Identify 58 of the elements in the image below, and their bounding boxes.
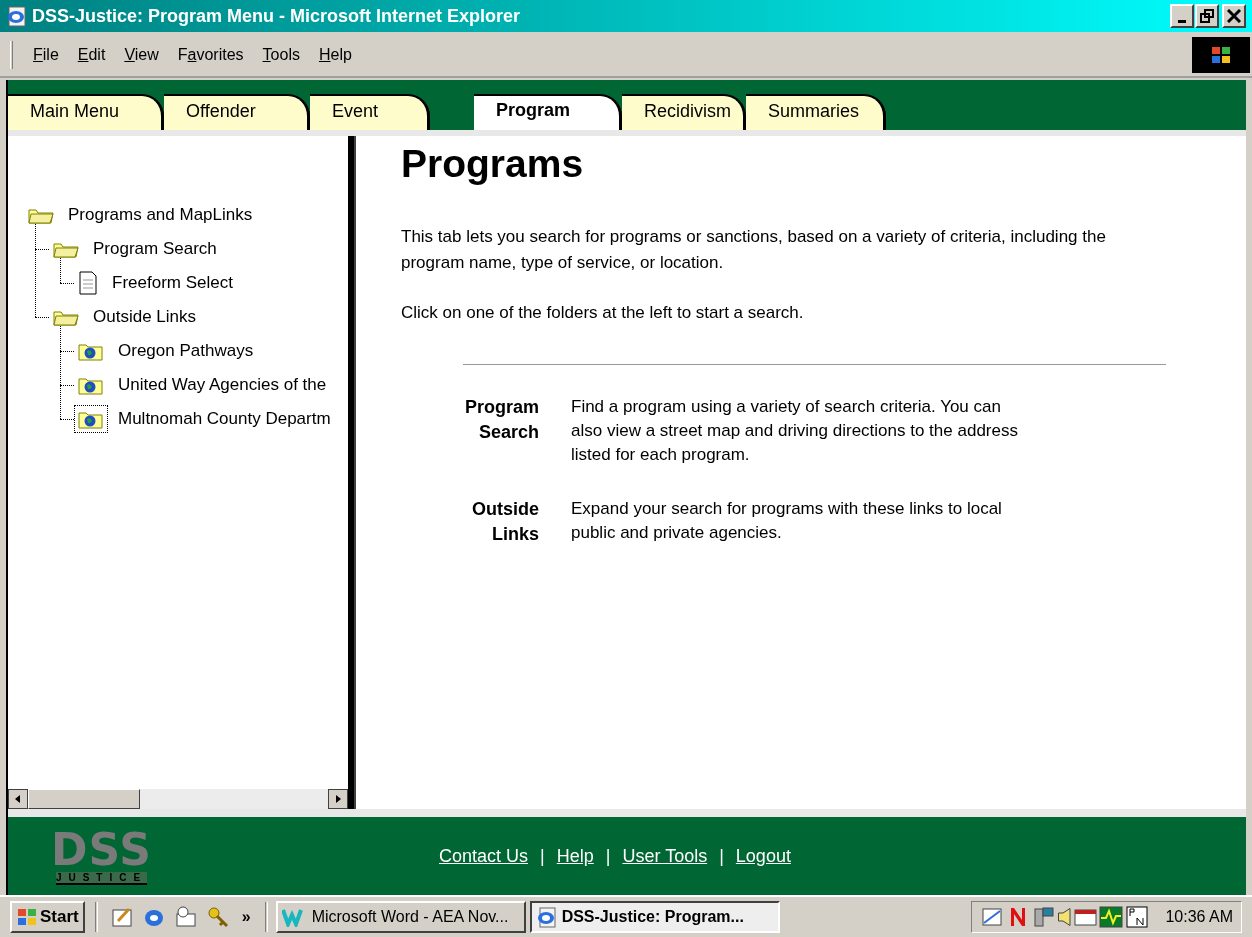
restore-button[interactable] xyxy=(1195,4,1219,28)
section-title: Program Search xyxy=(463,396,540,444)
horizontal-scrollbar[interactable] xyxy=(8,789,348,809)
tree-item[interactable]: Outside Links xyxy=(93,304,196,330)
section-text: Expand your search for programs with these links to local public and private agencies. xyxy=(571,498,1003,544)
tab[interactable]: Offender xyxy=(164,94,310,130)
tab[interactable]: Event xyxy=(310,94,430,130)
page-heading: Programs xyxy=(401,141,585,187)
link-separator: | xyxy=(540,844,545,868)
link-separator: | xyxy=(605,844,611,868)
logo-text: DSS xyxy=(51,827,152,872)
notepad-icon xyxy=(109,905,134,929)
intro-text: This tab lets you search for programs or sanctions, based on a variety of criteria, including the program name, type of service, or location. xyxy=(401,226,1107,274)
window-title: DSS-Justice: Program Menu - Microsoft Internet Explorer xyxy=(32,4,521,28)
menu-item[interactable]: File xyxy=(33,43,59,67)
menu-item[interactable]: Tools xyxy=(262,43,300,67)
clock: 10:36 AM xyxy=(1165,907,1233,927)
network-icon xyxy=(1032,905,1057,929)
footer-link[interactable]: Contact Us xyxy=(439,842,529,870)
start-button[interactable]: Start xyxy=(10,901,85,933)
section-text: Find a program using a variety of search criteria. You can also view a street map and driving directions to the address listed for each program. xyxy=(571,396,1019,466)
minimize-icon xyxy=(1178,20,1186,23)
pulse-icon xyxy=(1099,905,1124,929)
more-button[interactable]: » xyxy=(235,905,257,929)
hint-text: Click on one of the folders at the left to start a search. xyxy=(401,302,805,324)
footer-link[interactable]: Help xyxy=(556,842,594,870)
footer-link[interactable]: User Tools xyxy=(622,842,708,870)
tree-item[interactable]: Freeform Select xyxy=(112,270,233,296)
chart-icon xyxy=(980,905,1005,929)
restore-icon xyxy=(1200,9,1214,23)
tab[interactable]: Program xyxy=(474,94,622,130)
tree-item[interactable]: United Way Agencies of the xyxy=(118,372,327,398)
tab[interactable]: Recidivism xyxy=(622,94,746,130)
close-icon xyxy=(1227,9,1241,23)
section-title: Outside Links xyxy=(471,498,540,546)
close-button[interactable] xyxy=(1222,4,1246,28)
speaker-icon xyxy=(1058,908,1072,926)
tree-item[interactable]: Programs and MapLinks xyxy=(68,202,253,228)
link-separator: | xyxy=(719,844,724,868)
key-icon xyxy=(205,905,230,929)
footer-link[interactable]: Logout xyxy=(735,842,791,870)
menu-item[interactable]: Edit xyxy=(77,43,106,67)
tab[interactable]: Summaries xyxy=(746,94,886,130)
menu-item[interactable]: View xyxy=(124,43,159,67)
pn-icon xyxy=(1125,905,1150,929)
tree-item[interactable]: Program Search xyxy=(93,236,217,262)
scrollbar-thumb[interactable] xyxy=(28,789,140,809)
tree-item[interactable]: Oregon Pathways xyxy=(118,338,254,364)
tab[interactable]: Main Menu xyxy=(8,94,164,130)
menu-item[interactable]: Help xyxy=(318,43,352,67)
taskbar-button[interactable]: Microsoft Word - AEA Nov... xyxy=(275,901,526,933)
tree-item[interactable]: Multnomah County Departm xyxy=(118,406,331,432)
windows-flag-icon xyxy=(1209,44,1233,66)
menu-item[interactable]: Favorites xyxy=(177,43,244,67)
windows-flag-icon xyxy=(16,907,38,927)
logo-subtitle: JUSTICE xyxy=(55,871,148,885)
minimize-button[interactable] xyxy=(1170,4,1194,28)
taskbar-button[interactable]: DSS-Justice: Program... xyxy=(529,901,780,933)
